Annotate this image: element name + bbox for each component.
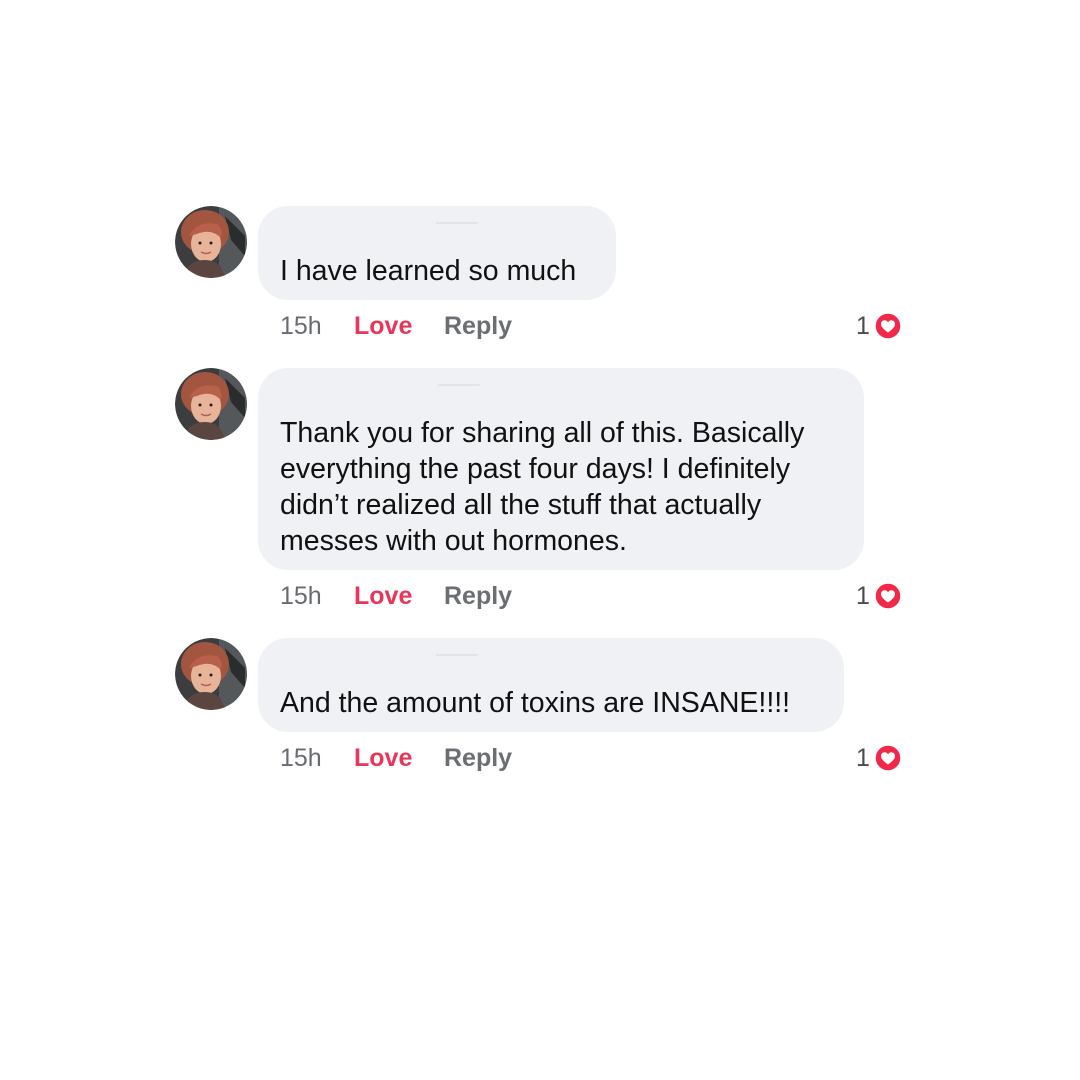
love-button[interactable]: Love bbox=[354, 582, 444, 611]
comment-text: I have learned so much bbox=[280, 255, 577, 287]
reaction-count: 1 bbox=[856, 581, 870, 610]
love-button[interactable]: Love bbox=[354, 312, 444, 341]
comment-text: Thank you for sharing all of this. Basic… bbox=[280, 417, 805, 557]
heart-icon bbox=[874, 582, 902, 610]
bubble-grip bbox=[438, 384, 480, 386]
reply-button[interactable]: Reply bbox=[444, 582, 512, 611]
reply-button[interactable]: Reply bbox=[444, 744, 512, 773]
comment-timestamp: 15h bbox=[280, 581, 322, 610]
reaction-count: 1 bbox=[856, 311, 870, 340]
avatar[interactable] bbox=[175, 368, 247, 440]
bubble-grip bbox=[436, 654, 478, 656]
comment-bubble[interactable]: And the amount of toxins are INSANE!!!! bbox=[258, 638, 844, 732]
reaction-count: 1 bbox=[856, 743, 870, 772]
avatar[interactable] bbox=[175, 638, 247, 710]
heart-icon bbox=[874, 744, 902, 772]
avatar[interactable] bbox=[175, 206, 247, 278]
comment-timestamp: 15h bbox=[280, 743, 322, 772]
comment-text: And the amount of toxins are INSANE!!!! bbox=[280, 687, 791, 719]
comment-actions: 15h Love Reply bbox=[280, 578, 512, 614]
reaction-summary[interactable]: 1 bbox=[856, 578, 902, 614]
reaction-summary[interactable]: 1 bbox=[856, 308, 902, 344]
comment-bubble[interactable]: I have learned so much bbox=[258, 206, 616, 300]
reply-button[interactable]: Reply bbox=[444, 312, 512, 341]
comment-timestamp: 15h bbox=[280, 311, 322, 340]
love-button[interactable]: Love bbox=[354, 744, 444, 773]
comment-actions: 15h Love Reply bbox=[280, 740, 512, 776]
bubble-grip bbox=[436, 222, 478, 224]
reaction-summary[interactable]: 1 bbox=[856, 740, 902, 776]
heart-icon bbox=[874, 312, 902, 340]
comment-bubble[interactable]: Thank you for sharing all of this. Basic… bbox=[258, 368, 864, 570]
comment-actions: 15h Love Reply bbox=[280, 308, 512, 344]
